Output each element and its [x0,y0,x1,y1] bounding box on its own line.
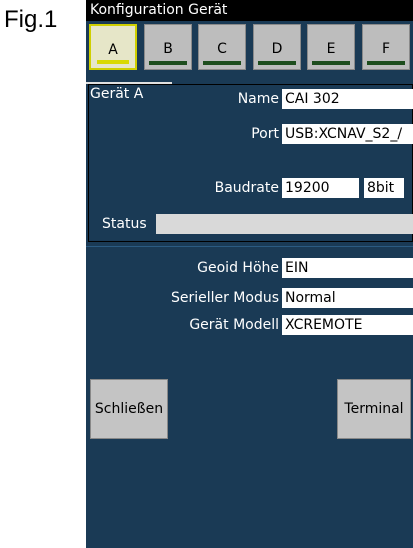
tab-label: E [326,41,336,57]
geoid-label: Geoid Höhe [197,260,279,276]
tab-label: F [381,41,391,57]
baudrate-field[interactable]: 19200 [282,178,359,198]
model-label: Gerät Modell [189,317,279,333]
window-title: Konfiguration Gerät [90,2,228,18]
port-label: Port [251,126,279,142]
baudrate-label: Baudrate [214,180,279,196]
tab-indicator [97,60,129,64]
device-screen: Konfiguration Gerät A B C D E F Gerät A … [86,0,413,548]
model-field[interactable]: XCREMOTE [282,315,413,335]
serial-mode-label: Serieller Modus [170,290,279,306]
close-button[interactable]: Schließen [90,379,168,439]
tab-d[interactable]: D [253,24,301,70]
section-divider [86,246,413,247]
tab-label: D [271,41,283,57]
name-label: Name [237,91,279,107]
port-field[interactable]: USB:XCNAV_S2_/ [282,124,413,144]
tab-indicator [367,61,405,65]
tab-indicator [149,61,187,65]
serial-mode-field[interactable]: Normal [282,288,413,308]
device-heading: Gerät A [90,86,144,102]
status-label: Status [102,216,147,232]
tab-indicator [258,61,296,65]
tab-c[interactable]: C [198,24,246,70]
name-field[interactable]: CAI 302 [282,89,413,109]
tab-f[interactable]: F [362,24,410,70]
bits-field[interactable]: 8bit [364,178,404,198]
tab-e[interactable]: E [307,24,355,70]
figure-label: Fig.1 [4,6,58,33]
tab-a[interactable]: A [89,24,137,70]
tab-b[interactable]: B [144,24,192,70]
terminal-button[interactable]: Terminal [337,379,411,439]
tab-label: B [163,41,173,57]
status-field [156,214,413,234]
tab-indicator [203,61,241,65]
tab-label: A [108,42,118,58]
geoid-field[interactable]: EIN [282,258,413,278]
tab-indicator [312,61,350,65]
tab-label: C [217,41,227,57]
window-titlebar: Konfiguration Gerät [86,0,413,21]
